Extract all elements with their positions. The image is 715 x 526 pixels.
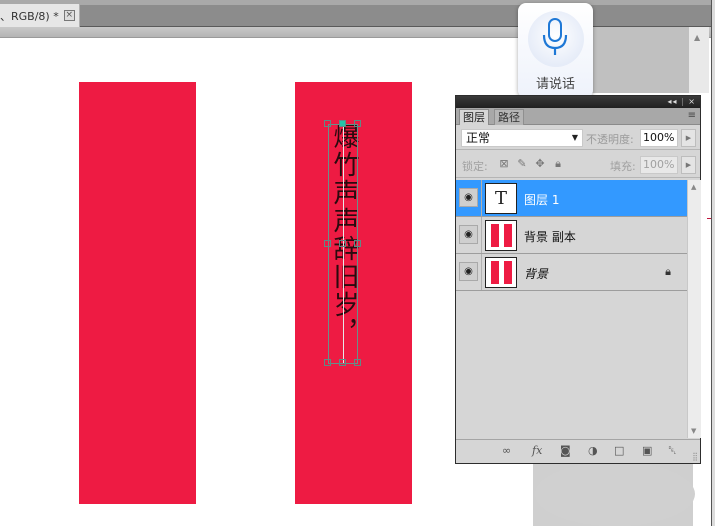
adjustment-layer-icon[interactable]: ◑ xyxy=(588,444,598,457)
panel-tabs: 图层 路径 ≡ xyxy=(456,108,700,125)
new-group-icon[interactable]: □ xyxy=(614,444,624,457)
lock-transparency-icon[interactable]: ⊠ xyxy=(498,157,510,171)
thumb-red-bar xyxy=(491,224,499,247)
opacity-label: 不透明度: xyxy=(586,133,634,146)
transform-handle-center[interactable] xyxy=(339,240,346,247)
scroll-up-icon[interactable]: ▲ xyxy=(694,33,700,42)
resize-gripper-icon[interactable]: ⣿ xyxy=(692,452,698,461)
layer-separator xyxy=(481,217,482,253)
tab-paths[interactable]: 路径 xyxy=(494,109,524,125)
layer-name[interactable]: 背景 xyxy=(524,265,548,282)
layer-thumbnail: T xyxy=(485,183,517,214)
fill-slider-button[interactable]: ▶ xyxy=(681,156,696,174)
voice-input-widget[interactable]: 请说话 xyxy=(518,3,593,98)
transform-handle-mid-right[interactable] xyxy=(354,240,361,247)
photoshop-window: 、RGB/8) * × 爆竹声声辞旧岁， ▲ 请说话 ◂◂ | × 图层 路径 … xyxy=(0,0,715,526)
voice-prompt-label: 请说话 xyxy=(535,77,575,92)
transform-handle-top-left[interactable] xyxy=(324,120,331,127)
blurred-overlay xyxy=(535,462,695,526)
document-tab-title: 、RGB/8) * xyxy=(0,9,59,23)
text-layer-icon: T xyxy=(494,188,507,209)
layer-name[interactable]: 背景 副本 xyxy=(524,228,576,245)
scroll-up-icon[interactable]: ▲ xyxy=(691,183,696,191)
microphone-icon[interactable] xyxy=(540,15,570,61)
window-right-edge xyxy=(711,0,715,526)
fill-label: 填充: xyxy=(610,160,636,173)
tab-bar-top-strip xyxy=(0,0,715,5)
layer-row[interactable]: ◉ 背景 🔒︎ xyxy=(456,254,687,291)
transform-handle-bottom-left[interactable] xyxy=(324,359,331,366)
chevron-down-icon: ▼ xyxy=(571,133,578,142)
fill-input[interactable]: 100% xyxy=(640,156,678,174)
blend-mode-select[interactable]: 正常 ▼ xyxy=(461,129,583,147)
layer-list: ◉ T 图层 1 ◉ 背景 副本 ◉ 背景 🔒︎ xyxy=(456,180,687,438)
blend-row: 正常 ▼ 不透明度: 100% ▶ xyxy=(456,126,700,150)
layers-panel: ◂◂ | × 图层 路径 ≡ 正常 ▼ 不透明度: 100% ▶ 锁定: ⊠ ✎… xyxy=(455,95,701,464)
lock-row: 锁定: ⊠ ✎ ✥ 🔒︎ 填充: 100% ▶ xyxy=(456,152,700,178)
layer-thumbnail xyxy=(485,257,517,288)
red-banner-left xyxy=(79,82,196,504)
layer-style-icon[interactable]: fx xyxy=(532,444,542,457)
layers-bottom-toolbar: ∞ fx ◙ ◑ □ ▣ ␡ ⣿ xyxy=(456,439,700,463)
eye-icon[interactable]: ◉ xyxy=(459,188,478,207)
lock-all-icon[interactable]: 🔒︎ xyxy=(552,157,564,171)
scroll-down-icon[interactable]: ▼ xyxy=(691,427,696,435)
blend-mode-value: 正常 xyxy=(466,131,491,145)
lock-paint-brush-icon[interactable]: ✎ xyxy=(516,157,528,171)
collapsed-panel-scrollbar[interactable]: ▲ xyxy=(689,27,709,93)
document-tab[interactable]: 、RGB/8) * × xyxy=(0,4,80,27)
layer-row[interactable]: ◉ 背景 副本 xyxy=(456,217,687,254)
document-tab-bar: 、RGB/8) * × xyxy=(0,0,715,27)
transform-handle-top-right[interactable] xyxy=(354,120,361,127)
thumb-red-bar xyxy=(504,261,512,284)
panel-menu-icon[interactable]: ≡ xyxy=(688,110,696,121)
panel-titlebar[interactable]: ◂◂ | × xyxy=(456,96,700,108)
eye-icon[interactable]: ◉ xyxy=(459,225,478,244)
close-icon[interactable]: × xyxy=(63,10,75,21)
opacity-input[interactable]: 100% xyxy=(640,129,678,147)
opacity-slider-button[interactable]: ▶ xyxy=(681,129,696,147)
layer-name[interactable]: 图层 1 xyxy=(524,191,559,208)
thumb-red-bar xyxy=(504,224,512,247)
transform-handle-top-mid[interactable] xyxy=(339,120,346,127)
transform-handle-mid-left[interactable] xyxy=(324,240,331,247)
lock-position-move-icon[interactable]: ✥ xyxy=(534,157,546,171)
new-layer-icon[interactable]: ▣ xyxy=(642,444,652,457)
lock-icon: 🔒︎ xyxy=(665,265,671,278)
eye-icon[interactable]: ◉ xyxy=(459,262,478,281)
transform-handle-bottom-mid[interactable] xyxy=(339,359,346,366)
transform-handle-bottom-right[interactable] xyxy=(354,359,361,366)
trash-icon[interactable]: ␡ xyxy=(668,444,677,458)
tab-layers[interactable]: 图层 xyxy=(459,109,489,125)
close-panel-icon[interactable]: × xyxy=(688,97,696,106)
add-mask-icon[interactable]: ◙ xyxy=(560,444,571,457)
link-layers-icon[interactable]: ∞ xyxy=(502,444,511,457)
thumb-red-bar xyxy=(491,261,499,284)
layers-scrollbar[interactable]: ▲ ▼ xyxy=(687,180,701,438)
layer-thumbnail xyxy=(485,220,517,251)
collapsed-panel xyxy=(590,27,690,93)
layer-separator xyxy=(481,254,482,290)
layer-separator xyxy=(481,180,482,216)
lock-label: 锁定: xyxy=(462,160,488,173)
collapse-panel-icon[interactable]: ◂◂ xyxy=(667,97,677,106)
layer-row[interactable]: ◉ T 图层 1 xyxy=(456,180,687,217)
